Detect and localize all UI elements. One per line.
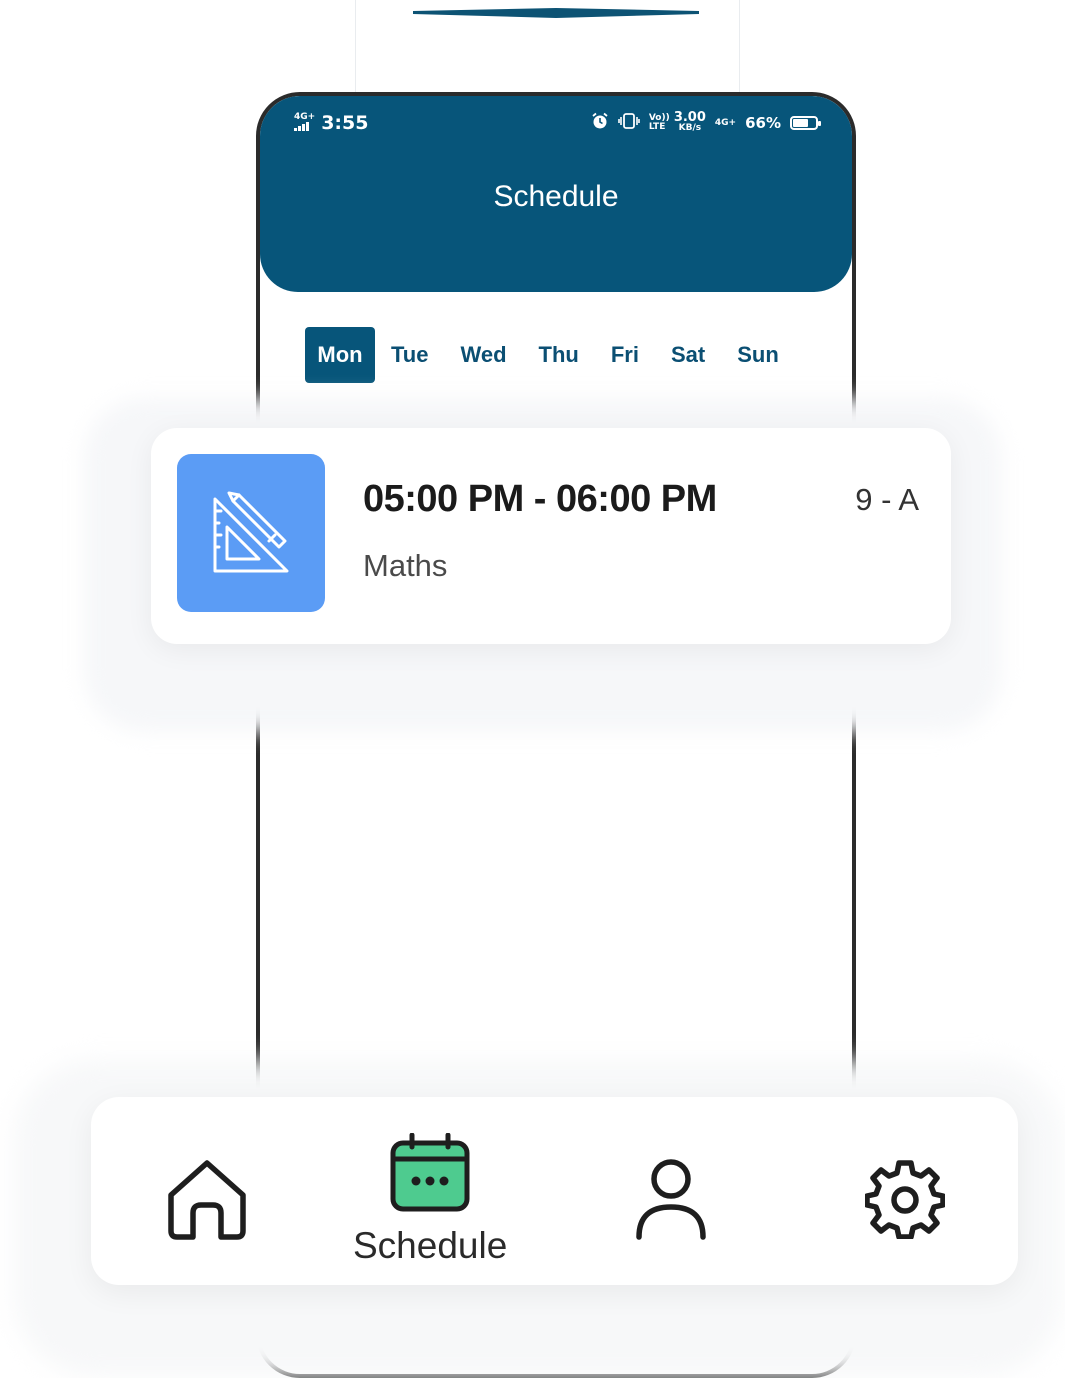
alarm-icon	[591, 112, 609, 134]
tab-thu[interactable]: Thu	[523, 327, 595, 383]
nav-schedule-label: Schedule	[353, 1225, 508, 1266]
tab-sat[interactable]: Sat	[655, 327, 721, 383]
bottom-navigation: Schedule	[91, 1097, 1018, 1285]
nav-profile[interactable]	[635, 1157, 707, 1245]
net-speed: 3.00 KB/s	[674, 111, 706, 133]
nav-schedule[interactable]: Schedule	[353, 1132, 508, 1267]
network-type-label: 4G+	[294, 111, 316, 122]
status-time: 3:55	[321, 112, 369, 134]
class-section: 9 - A	[855, 482, 919, 517]
tab-sun[interactable]: Sun	[721, 327, 795, 383]
background-guide-right	[739, 0, 740, 92]
page-title: Schedule	[493, 180, 619, 213]
background-guide-left	[355, 0, 356, 92]
day-tabs: Mon Tue Wed Thu Fri Sat Sun	[305, 327, 795, 383]
geometry-tools-icon	[177, 454, 325, 612]
battery-fill	[793, 119, 808, 127]
tab-wed[interactable]: Wed	[444, 327, 522, 383]
status-bar-right: Vo)) LTE 3.00 KB/s 4G+ 66%	[591, 111, 821, 134]
tab-mon[interactable]: Mon	[305, 327, 375, 383]
class-time: 05:00 PM - 06:00 PM	[363, 478, 717, 520]
tab-tue[interactable]: Tue	[375, 327, 444, 383]
signal-type-icon: 4G+	[714, 117, 737, 128]
nav-home[interactable]	[165, 1157, 249, 1245]
vibrate-icon	[618, 113, 640, 133]
profile-icon	[635, 1157, 707, 1245]
schedule-card[interactable]: 05:00 PM - 06:00 PM 9 - A Maths	[151, 428, 951, 644]
calendar-icon	[390, 1132, 470, 1217]
battery-icon	[790, 116, 821, 130]
battery-percent: 66%	[745, 114, 781, 132]
gear-icon	[864, 1159, 946, 1243]
app-header: 4G+ 3:55 Vo)) LTE 3.00 KB/s 4G+ 66% Sche…	[260, 96, 852, 292]
tab-fri[interactable]: Fri	[595, 327, 655, 383]
status-bar-left: 4G+ 3:55	[294, 112, 368, 134]
cell-signal-icon: 4G+	[294, 111, 316, 134]
home-icon	[165, 1157, 249, 1245]
class-subject: Maths	[363, 548, 448, 583]
net-speed-unit: KB/s	[678, 123, 702, 133]
top-accent-bar	[413, 8, 699, 18]
volte-icon: Vo)) LTE	[648, 113, 670, 132]
nav-settings[interactable]	[864, 1159, 946, 1243]
